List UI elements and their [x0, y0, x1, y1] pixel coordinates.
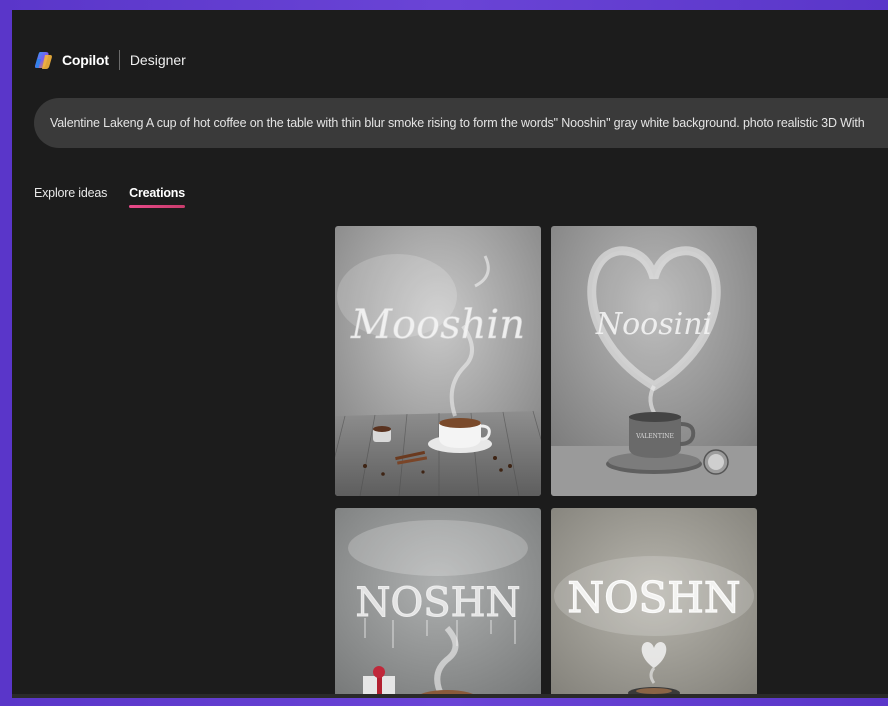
prompt-input[interactable]: Valentine Lakeng A cup of hot coffee on …: [34, 98, 888, 148]
header-divider: [118, 50, 120, 70]
tab-creations[interactable]: Creations: [129, 186, 185, 208]
creation-image-4[interactable]: NOSHN: [551, 508, 757, 698]
mug-label-2: VALENTINE: [635, 433, 674, 440]
brand-name[interactable]: Copilot: [62, 52, 109, 68]
copilot-logo-icon[interactable]: [34, 50, 54, 70]
creation-image-3[interactable]: NOSHN: [335, 508, 541, 698]
smoke-text-4: NOSHN: [567, 573, 740, 622]
creation-image-1[interactable]: Mooshin: [335, 226, 541, 496]
creation-image-2[interactable]: Noosini VALENTINE: [551, 226, 757, 496]
tab-bar: Explore ideas Creations: [34, 186, 185, 208]
designer-window: Copilot Designer Valentine Lakeng A cup …: [12, 10, 888, 698]
window-frame: Copilot Designer Valentine Lakeng A cup …: [0, 0, 888, 706]
prompt-text[interactable]: Valentine Lakeng A cup of hot coffee on …: [50, 116, 865, 130]
smoke-text-1: Mooshin: [350, 302, 525, 348]
smoke-text-3: NOSHN: [355, 580, 520, 626]
app-header: Copilot Designer: [34, 48, 186, 72]
tab-explore-ideas[interactable]: Explore ideas: [34, 186, 107, 208]
smoke-text-2: Noosini: [595, 307, 712, 342]
bottom-edge: [12, 694, 888, 698]
product-name: Designer: [129, 52, 186, 68]
